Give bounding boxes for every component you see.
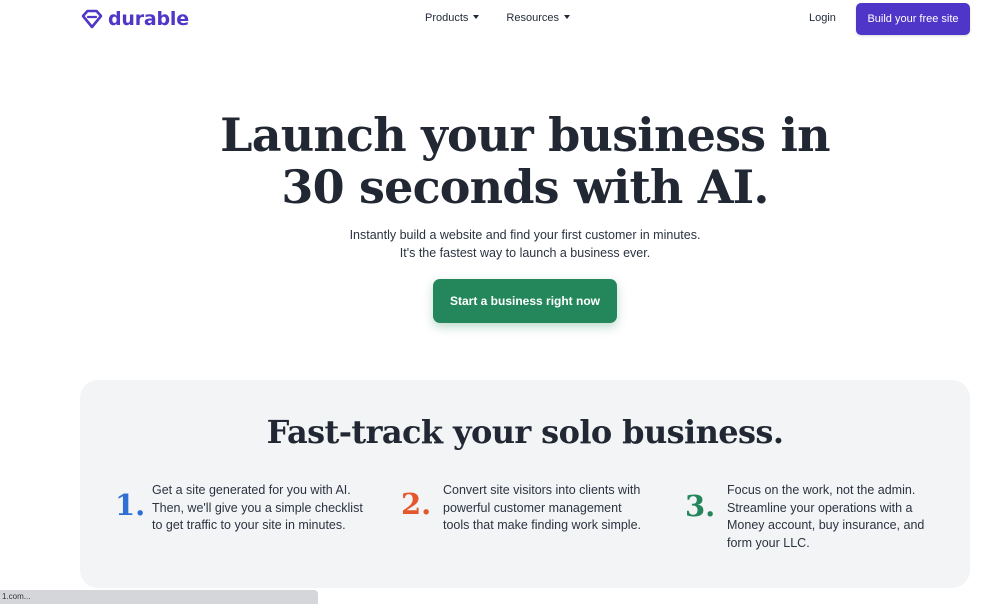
step-1-number: 1. — [115, 488, 146, 522]
step-2-line: Convert site visitors into clients with — [443, 483, 641, 497]
step-3-number: 3. — [685, 489, 716, 523]
step-1-line: Get a site generated for you with AI. — [152, 483, 351, 497]
nav-products-label: Products — [425, 12, 469, 24]
build-free-site-button[interactable]: Build your free site — [856, 3, 970, 35]
hero-subtitle: Instantly build a website and find your … — [0, 227, 1000, 262]
hero-title-line-2: 30 seconds with AI. — [281, 160, 769, 214]
browser-status-bar: 1.com... — [0, 590, 318, 604]
brand-name: durable — [108, 8, 189, 30]
step-3-line: Money account, buy insurance, and — [727, 518, 925, 532]
step-3-line: form your LLC. — [727, 535, 810, 550]
step-2-line: tools that make finding work simple. — [443, 518, 642, 532]
chevron-down-icon — [473, 15, 480, 19]
hero-title-line-1: Launch your business in — [220, 108, 830, 162]
step-2-line: powerful customer management — [443, 500, 622, 515]
chevron-down-icon — [564, 15, 570, 19]
section-title: Fast-track your solo business. — [266, 413, 784, 451]
step-3-text: Focus on the work, not the admin. Stream… — [727, 482, 924, 552]
step-3: 3. Focus on the work, not the admin. Str… — [685, 482, 924, 550]
step-3-line: Streamline your operations with a — [727, 500, 913, 515]
nav-resources[interactable]: Resources — [506, 12, 570, 24]
step-1-line: to get traffic to your site in minutes. — [152, 518, 346, 532]
hero-subtitle-line-2: It's the fastest way to launch a busines… — [399, 245, 651, 260]
start-business-button[interactable]: Start a business right now — [433, 279, 617, 323]
logo[interactable]: durable — [81, 8, 189, 30]
nav-resources-label: Resources — [506, 12, 559, 24]
step-3-line: Focus on the work, not the admin. — [727, 483, 916, 497]
main-nav: Products Resources — [425, 12, 570, 24]
hero-title: Launch your business in 30 seconds with … — [0, 109, 1000, 213]
step-2-number: 2. — [401, 487, 432, 521]
nav-products[interactable]: Products — [425, 12, 480, 24]
step-1-line: Then, we'll give you a simple checklist — [152, 500, 363, 515]
hero-subtitle-line-1: Instantly build a website and find your … — [349, 228, 701, 242]
step-1: 1. Get a site generated for you with AI.… — [115, 482, 363, 532]
step-2: 2. Convert site visitors into clients wi… — [401, 482, 641, 532]
step-2-text: Convert site visitors into clients with … — [443, 482, 641, 535]
login-link[interactable]: Login — [809, 12, 836, 24]
diamond-logo-icon — [81, 9, 103, 29]
step-1-text: Get a site generated for you with AI. Th… — [152, 482, 363, 535]
